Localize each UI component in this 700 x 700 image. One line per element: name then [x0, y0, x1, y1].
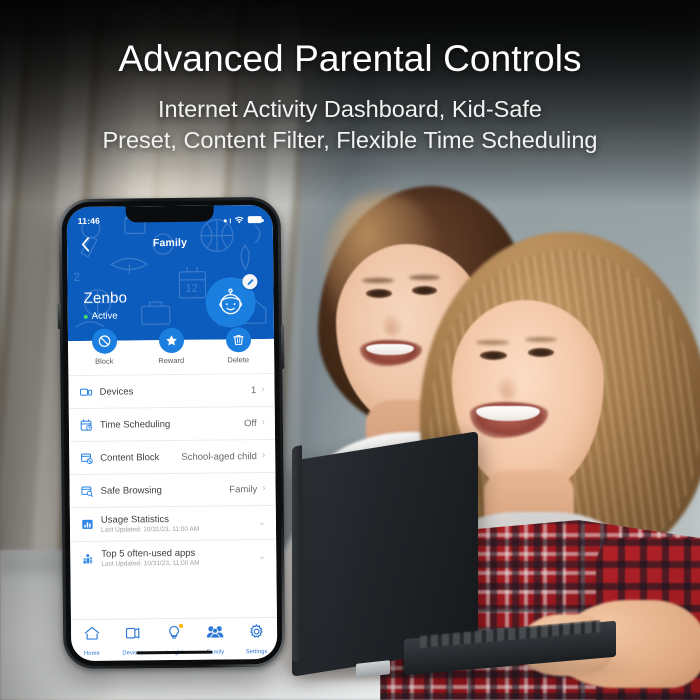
bottom-tab-bar: Home Devices Family Settings: [70, 616, 278, 662]
list-item-safe-browsing[interactable]: Safe Browsing Family ›: [69, 471, 276, 508]
kid-avatar-icon: [219, 288, 243, 315]
tab-devices[interactable]: Devices: [113, 624, 153, 659]
nav-bar: Family: [67, 229, 273, 257]
list-item-label: Content Block: [100, 451, 160, 464]
list-item-text: Usage Statistics Last Updated: 10/31/23,…: [101, 513, 258, 534]
signal-bar-icon: [229, 217, 231, 223]
profile-text: Zenbo Active: [83, 289, 127, 321]
list-item-label: Usage Statistics: [100, 513, 170, 526]
volume-button[interactable]: [57, 303, 61, 330]
list-item-devices[interactable]: Devices 1 ›: [68, 372, 275, 409]
wifi-icon: [234, 216, 244, 223]
profile-name: Zenbo: [83, 289, 128, 307]
notification-badge: [178, 623, 184, 628]
subtitle-line-2: Preset, Content Filter, Flexible Time Sc…: [102, 126, 598, 153]
list-bottom-spacer: [70, 573, 276, 597]
tab-home-label: Home: [83, 650, 100, 657]
back-button[interactable]: [77, 236, 93, 252]
profile-block: Zenbo Active: [67, 255, 274, 339]
chevron-right-icon: ›: [261, 417, 265, 429]
list-item-label: Top 5 often-used apps: [101, 547, 196, 560]
quick-actions: Block Reward Delete: [68, 327, 275, 376]
page-title: Advanced Parental Controls: [118, 38, 582, 79]
app-stats-icon: [81, 552, 99, 565]
list-item-subtitle: Last Updated: 10/31/23, 11:00 AM: [101, 559, 200, 568]
content-block-icon: [80, 451, 98, 464]
list-item-value: Family: [229, 483, 258, 495]
settings-list: Devices 1 › Time Scheduling Off › Conten…: [68, 372, 277, 620]
nav-title: Family: [152, 236, 188, 250]
bulb-icon: [154, 624, 194, 641]
list-item-subtitle: Last Updated: 10/31/23, 11:00 AM: [100, 525, 200, 534]
list-item-label: Time Scheduling: [99, 418, 171, 431]
signal-icon: [223, 219, 227, 222]
gear-icon: [236, 623, 276, 640]
chevron-down-icon[interactable]: ⌄: [257, 517, 266, 528]
chevron-right-icon: ›: [261, 450, 266, 462]
pencil-edit-icon: [247, 278, 254, 285]
promo-banner: Advanced Parental Controls Internet Acti…: [0, 0, 700, 700]
phone-screen: 12 A 2: [66, 204, 278, 662]
list-item-value: School-aged child: [181, 450, 257, 463]
list-item-top-apps[interactable]: Top 5 often-used apps Last Updated: 10/3…: [70, 538, 277, 576]
block-button-label: Block: [95, 356, 114, 366]
home-icon: [72, 625, 112, 642]
list-item-label: Devices: [99, 385, 134, 398]
list-item-label: Safe Browsing: [100, 484, 162, 497]
active-dot-icon: [83, 314, 88, 319]
calendar-clock-icon: [80, 418, 98, 431]
power-button[interactable]: [280, 324, 285, 369]
avatar[interactable]: [205, 274, 258, 328]
list-item-usage-statistics[interactable]: Usage Statistics Last Updated: 10/31/23,…: [69, 504, 277, 542]
tab-home[interactable]: Home: [72, 625, 112, 660]
page-subtitle: Internet Activity Dashboard, Kid-Safe Pr…: [0, 94, 700, 157]
chevron-left-icon: [81, 236, 89, 252]
bar-chart-icon: [81, 518, 99, 531]
notch: [125, 205, 214, 223]
tab-settings[interactable]: Settings: [236, 623, 276, 658]
phone-mockup: 12 A 2: [57, 196, 286, 670]
tab-settings-label: Settings: [245, 649, 268, 656]
devices-icon: [79, 385, 97, 398]
battery-full-icon: [247, 215, 262, 223]
devices-icon: [113, 624, 153, 641]
list-item-value: Off: [244, 417, 257, 429]
profile-status: Active: [91, 310, 118, 322]
reward-button-label: Reward: [158, 355, 185, 366]
chevron-down-icon[interactable]: ⌄: [258, 551, 267, 562]
list-item-content-block[interactable]: Content Block School-aged child ›: [69, 438, 276, 475]
chevron-right-icon: ›: [261, 384, 265, 396]
app-header: 12 A 2: [66, 204, 275, 342]
headline-block: Advanced Parental Controls Internet Acti…: [0, 0, 700, 156]
chevron-right-icon: ›: [262, 483, 266, 495]
subtitle-line-1: Internet Activity Dashboard, Kid-Safe: [157, 95, 543, 122]
list-item-value: 1: [250, 384, 257, 396]
edit-avatar-button[interactable]: [242, 274, 258, 290]
safe-browsing-icon: [81, 484, 99, 497]
delete-button-label: Delete: [227, 355, 250, 365]
status-badge: Active: [83, 310, 128, 322]
list-item-time-scheduling[interactable]: Time Scheduling Off ›: [68, 405, 276, 442]
people-icon: [195, 623, 235, 640]
list-item-text: Top 5 often-used apps Last Updated: 10/3…: [101, 547, 258, 568]
status-time: 11:46: [77, 215, 101, 226]
